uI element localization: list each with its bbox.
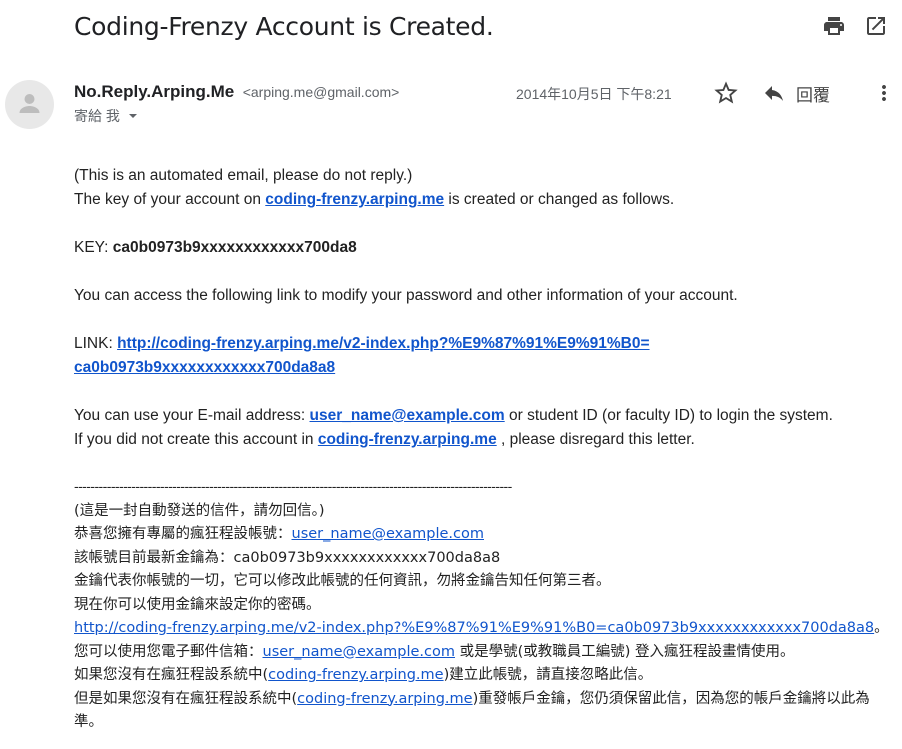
zh-site-link[interactable]: coding-frenzy.arping.me: [268, 667, 443, 683]
zh-line-3: 該帳號目前最新金鑰為：ca0b0973b9xxxxxxxxxxxx700da8a…: [74, 549, 501, 566]
email-subject: Coding-Frenzy Account is Created.: [74, 12, 494, 41]
zh-line-6: http://coding-frenzy.arping.me/v2-index.…: [74, 620, 889, 636]
modify-link-part1[interactable]: http://coding-frenzy.arping.me/v2-index.…: [117, 335, 649, 352]
top-toolbar: [822, 14, 888, 38]
more-vert-icon: [882, 85, 886, 101]
sender-line: No.Reply.Arping.Me <arping.me@gmail.com>: [74, 82, 399, 102]
login-info-line: You can use your E-mail address: user_na…: [74, 407, 833, 424]
site-link[interactable]: coding-frenzy.arping.me: [265, 191, 444, 208]
site-link-2[interactable]: coding-frenzy.arping.me: [318, 431, 497, 448]
access-line: You can access the following link to mod…: [74, 287, 738, 304]
modify-link-part2[interactable]: ca0b0973b9xxxxxxxxxxxx700da8a8: [74, 359, 335, 376]
user-email-link[interactable]: user_name@example.com: [310, 407, 505, 424]
default-avatar-icon: [19, 94, 40, 113]
zh-modify-link[interactable]: http://coding-frenzy.arping.me/v2-index.…: [74, 620, 874, 636]
zh-line-7: 您可以使用您電子郵件信箱：user_name@example.com 或是學號(…: [74, 643, 795, 660]
zh-line-1: (這是一封自動發送的信件，請勿回信。): [74, 502, 325, 519]
email-view: Coding-Frenzy Account is Created. No.Rep…: [0, 0, 902, 749]
divider: ----------------------------------------…: [74, 480, 512, 495]
open-in-new-window-icon[interactable]: [864, 14, 888, 38]
zh-site-link-2[interactable]: coding-frenzy.arping.me: [297, 691, 472, 707]
link-line: LINK: http://coding-frenzy.arping.me/v2-…: [74, 335, 650, 352]
sender-name[interactable]: No.Reply.Arping.Me: [74, 82, 234, 101]
message-actions: 回覆: [712, 79, 896, 107]
recipient-details[interactable]: 寄給 我: [74, 106, 140, 126]
reply-button[interactable]: 回覆: [762, 81, 830, 106]
link-line-2: ca0b0973b9xxxxxxxxxxxx700da8a8: [74, 356, 894, 380]
zh-line-2: 恭喜您擁有專屬的瘋狂程設帳號：user_name@example.com: [74, 526, 485, 542]
zh-line-9: 但是如果您沒有在瘋狂程設系統中(coding-frenzy.arping.me)…: [74, 690, 870, 731]
zh-line-5: 現在你可以使用金鑰來設定你的密碼。: [74, 596, 321, 613]
reply-icon: [765, 86, 783, 101]
chinese-section: ----------------------------------------…: [74, 476, 894, 735]
automated-notice: (This is an automated email, please do n…: [74, 167, 413, 184]
zh-user-email-link[interactable]: user_name@example.com: [292, 526, 485, 542]
disregard-line: If you did not create this account in co…: [74, 431, 695, 448]
sender-avatar: [5, 80, 54, 129]
reply-label: 回覆: [796, 85, 830, 105]
star-button[interactable]: [712, 79, 740, 107]
zh-line-8: 如果您沒有在瘋狂程設系統中(coding-frenzy.arping.me)建立…: [74, 667, 653, 683]
star-icon: [714, 81, 738, 104]
chevron-down-icon[interactable]: [126, 109, 140, 123]
sender-email: <arping.me@gmail.com>: [242, 84, 400, 100]
print-icon[interactable]: [822, 14, 846, 38]
zh-line-4: 金鑰代表你帳號的一切，它可以修改此帳號的任何資訊，勿將金鑰告知任何第三者。: [74, 573, 611, 589]
key-line: KEY: ca0b0973b9xxxxxxxxxxxx700da8: [74, 239, 357, 256]
more-options-button[interactable]: [872, 79, 896, 107]
zh-user-email-link-2[interactable]: user_name@example.com: [263, 644, 456, 660]
key-intro-line: The key of your account on coding-frenzy…: [74, 191, 675, 208]
email-date: 2014年10月5日 下午8:21: [516, 86, 672, 102]
to-label: 寄給 我: [74, 108, 120, 124]
key-value: ca0b0973b9xxxxxxxxxxxx700da8: [112, 239, 357, 256]
email-body: (This is an automated email, please do n…: [74, 164, 894, 735]
